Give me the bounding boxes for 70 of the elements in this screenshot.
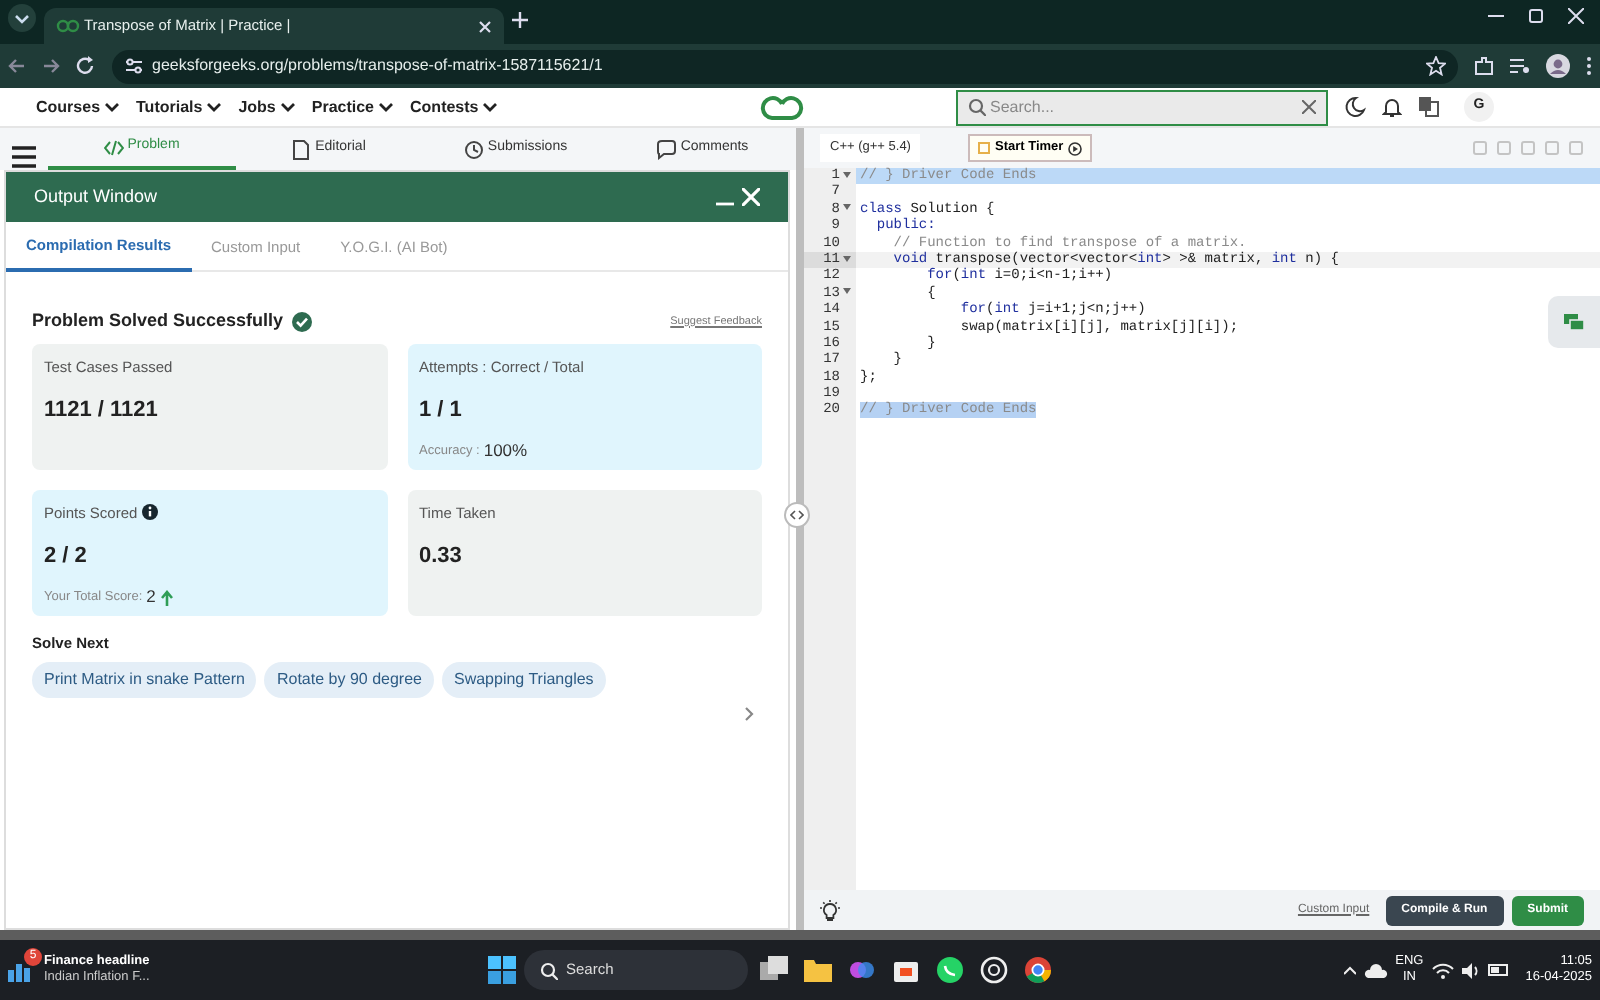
- fold-arrow-icon[interactable]: [842, 202, 852, 213]
- site-info-icon[interactable]: [124, 56, 144, 76]
- volume-icon[interactable]: [1461, 961, 1480, 979]
- battery-icon[interactable]: [1487, 964, 1510, 976]
- lightbulb-icon[interactable]: [820, 899, 840, 921]
- document-icon: [291, 139, 312, 159]
- wifi-icon[interactable]: [1431, 961, 1454, 979]
- chevron-down-icon: [279, 100, 296, 114]
- profile-avatar-icon[interactable]: [1546, 54, 1570, 78]
- window-title: Output Window: [34, 183, 158, 210]
- clock-icon: [463, 139, 484, 159]
- stat-note-value: 100%: [483, 438, 528, 464]
- windows-start-icon[interactable]: [488, 956, 516, 984]
- chat-icon: [1564, 313, 1584, 331]
- tab-list-icon[interactable]: [8, 4, 36, 32]
- chevron-right-icon[interactable]: [744, 705, 754, 722]
- nav-menu[interactable]: Practice: [311, 95, 395, 119]
- moon-icon[interactable]: [1344, 96, 1366, 118]
- bell-icon[interactable]: [1382, 96, 1402, 118]
- chevron-down-icon: [104, 100, 121, 114]
- problem-chip[interactable]: Print Matrix in snake Pattern: [32, 661, 257, 698]
- chart-icon: [8, 958, 32, 982]
- nav-menu[interactable]: Contests: [410, 95, 499, 119]
- stat-value: 0.33: [419, 541, 464, 572]
- store-icon[interactable]: [892, 956, 920, 984]
- logo-icon[interactable]: [756, 93, 808, 121]
- folder-icon[interactable]: [804, 956, 832, 984]
- reload-icon[interactable]: [76, 56, 96, 76]
- extensions-icon[interactable]: [1474, 56, 1494, 76]
- more-icon[interactable]: [1586, 56, 1592, 76]
- new-tab-icon[interactable]: [512, 11, 528, 28]
- check-circle-icon: [291, 311, 312, 332]
- stat-value: 2 / 2: [44, 541, 89, 572]
- nav-menu[interactable]: Tutorials: [136, 95, 223, 119]
- problem-chip[interactable]: Swapping Triangles: [441, 661, 606, 698]
- fold-arrow-icon[interactable]: [842, 286, 852, 297]
- bookmark-star-icon[interactable]: [1426, 56, 1446, 76]
- task-view-icon[interactable]: [760, 956, 788, 984]
- restore-icon[interactable]: [1528, 8, 1544, 24]
- status-message: Problem Solved Successfully: [32, 308, 284, 334]
- play-circle-icon: [1067, 141, 1082, 155]
- search-icon: [968, 98, 986, 116]
- chat-bubble-icon: [656, 139, 677, 159]
- code-icon: [103, 137, 124, 157]
- menu-icon[interactable]: [12, 146, 36, 168]
- chevron-down-icon: [378, 100, 395, 114]
- stat-value: 1 / 1: [419, 395, 464, 426]
- nav-menu[interactable]: Jobs: [238, 95, 296, 119]
- stat-value: 1121 / 1121: [44, 395, 160, 426]
- chat-button[interactable]: [1548, 296, 1600, 348]
- media-icon[interactable]: [1510, 56, 1530, 76]
- fold-arrow-icon[interactable]: [842, 253, 852, 264]
- chevron-down-icon: [206, 100, 223, 114]
- chevron-up-icon[interactable]: [1343, 965, 1356, 975]
- site-favicon-icon: [56, 18, 80, 34]
- cloud-icon[interactable]: [1363, 961, 1388, 979]
- whatsapp-icon[interactable]: [936, 956, 964, 984]
- address-bar[interactable]: geeksforgeeks.org/problems/transpose-of-matrix-1587115621/1: [112, 49, 1458, 83]
- search-icon: [540, 961, 558, 979]
- nav-menu[interactable]: Courses: [36, 95, 121, 119]
- problem-chip[interactable]: Rotate by 90 degree: [264, 661, 434, 698]
- forward-icon[interactable]: [42, 56, 60, 76]
- info-icon[interactable]: [141, 504, 158, 521]
- chrome-icon[interactable]: [1024, 956, 1052, 984]
- fold-arrow-icon[interactable]: [842, 169, 852, 180]
- stat-note-value: 2: [146, 584, 156, 610]
- clear-icon[interactable]: [1302, 100, 1316, 114]
- colorful-app-icon[interactable]: [848, 956, 876, 984]
- back-icon[interactable]: [8, 56, 26, 76]
- chevron-down-icon: [482, 100, 499, 114]
